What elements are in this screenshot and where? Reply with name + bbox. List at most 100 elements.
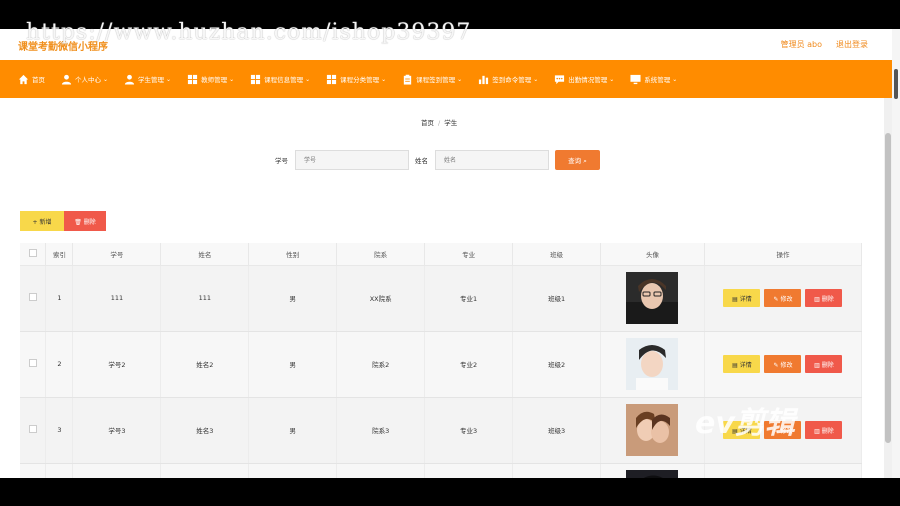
nav-item-label: 课程分类管理 (340, 76, 380, 84)
breadcrumb-separator: / (438, 119, 441, 127)
cell-major: 专业4 (424, 463, 514, 478)
edit-button[interactable]: ✎ 修改 (764, 289, 802, 307)
cell-name: 姓名2 (160, 331, 250, 398)
avatar (626, 470, 679, 478)
delete-button[interactable]: ▥ 删除 (805, 355, 843, 373)
pencil-icon: ✎ (773, 361, 779, 369)
delete-button[interactable]: ▥ 删除 (805, 289, 843, 307)
document-icon: ▤ (732, 295, 738, 303)
cell-class: 班级4 (512, 463, 601, 478)
delete-label: 删除 (821, 361, 834, 369)
trash-icon: 🗑 (74, 218, 82, 226)
detail-label: 详情 (739, 295, 752, 303)
row-checkbox[interactable] (28, 425, 37, 433)
content-scrollbar[interactable] (884, 98, 892, 478)
grid-icon (326, 74, 337, 85)
cell-name: 姓名3 (160, 397, 250, 464)
column-header: 院系 (336, 243, 426, 266)
nav-item-1[interactable]: 个人中心 ⌄ (61, 60, 108, 98)
avatar-cell (600, 265, 705, 332)
chevron-down-icon: ⌄ (229, 75, 235, 83)
column-header: 学号 (72, 243, 162, 266)
table-row[interactable]: 2 学号2 姓名2 男院系2 专业2 班级2 ▤ 详情 ✎ 修改 ▥ 删除 (20, 331, 863, 398)
student-table: 索引 学号 姓名 性别 院系 专业 班级 头像 操作 1 111 111 男 XX院系 专业1 班级1 ▤ 详… (20, 243, 863, 478)
delete-label: 删除 (821, 295, 834, 303)
cell-major: 专业3 (424, 397, 514, 464)
select-all-checkbox[interactable] (28, 248, 37, 257)
column-header: 索引 (45, 243, 74, 266)
nav-item-6[interactable]: 课程签到管理 ⌄ (402, 60, 462, 98)
edit-button[interactable]: ✎ 修改 (764, 355, 802, 373)
row-actions: ▤ 详情✎ 修改▥ 删除 (704, 265, 863, 332)
table-row[interactable]: 1 111 111 男 XX院系 专业1 班级1 ▤ 详情 ✎ 修改 ▥ 删除 (20, 265, 863, 332)
page-scrollbar[interactable] (892, 29, 900, 478)
batch-delete-button[interactable]: 🗑 删除 (64, 211, 106, 231)
cell-id: 学号4 (72, 463, 162, 478)
student-id-input[interactable] (295, 150, 409, 170)
trash-icon: ▥ (814, 361, 820, 369)
avatar (626, 338, 679, 390)
avatar-cell (600, 463, 705, 478)
cell-dept: 院系4 (336, 463, 426, 478)
ev-editor-watermark: ev剪辑 (695, 406, 795, 441)
search-icon: ⌕ (583, 156, 587, 165)
nav-item-5[interactable]: 课程分类管理 ⌄ (326, 60, 386, 98)
nav-item-label: 学生管理 (138, 76, 165, 84)
nav-item-2[interactable]: 学生管理 ⌄ (124, 60, 171, 98)
cell-id: 学号3 (72, 397, 162, 464)
row-actions: ▤ 详情✎ 修改▥ 删除 (704, 331, 863, 398)
admin-user-label[interactable]: 管理员 abo (781, 39, 822, 50)
page-scroll-thumb[interactable] (894, 69, 898, 99)
student-id-label: 学号 (275, 157, 288, 165)
nav-item-0[interactable]: 首页 (18, 60, 45, 98)
nav-item-3[interactable]: 教师管理 ⌄ (187, 60, 234, 98)
nav-item-label: 课程信息管理 (264, 76, 304, 84)
row-actions: ▤ 详情✎ 修改▥ 删除 (704, 463, 863, 478)
clipboard-icon (402, 74, 413, 85)
cell-class: 班级1 (512, 265, 601, 332)
logout-link[interactable]: 退出登录 (836, 39, 868, 50)
user-icon (124, 74, 135, 85)
cell-major: 专业1 (424, 265, 514, 332)
content-scroll-thumb[interactable] (885, 133, 891, 443)
top-right-links: 管理员 abo 退出登录 (781, 39, 868, 50)
row-checkbox[interactable] (28, 359, 37, 367)
nav-item-9[interactable]: 系统管理 ⌄ (630, 60, 677, 98)
search-button-label: 查询 (568, 156, 582, 165)
pencil-icon: ✎ (773, 295, 779, 303)
cell-class: 班级3 (512, 397, 601, 464)
breadcrumb: 首页 / 学生 (421, 117, 457, 127)
nav-item-8[interactable]: 出勤情况管理 ⌄ (554, 60, 614, 98)
user-icon (61, 74, 72, 85)
monitor-icon (630, 74, 641, 85)
cell-index: 3 (45, 397, 74, 464)
delete-label: 删除 (821, 427, 834, 435)
detail-button[interactable]: ▤ 详情 (723, 289, 761, 307)
chevron-down-icon: ⌄ (305, 75, 311, 83)
header-select-all[interactable] (20, 243, 47, 266)
row-checkbox[interactable] (28, 293, 37, 301)
chevron-down-icon: ⌄ (457, 75, 463, 83)
delete-button[interactable]: ▥ 删除 (805, 421, 843, 439)
search-button[interactable]: 查询 ⌕ (555, 150, 600, 170)
cell-id: 111 (72, 265, 162, 332)
column-header: 操作 (704, 243, 863, 266)
breadcrumb-home[interactable]: 首页 (421, 119, 434, 127)
table-row[interactable]: 4学号4姓名4男院系4专业4班级4 ▤ 详情✎ 修改▥ 删除 (20, 463, 863, 478)
detail-button[interactable]: ▤ 详情 (723, 355, 761, 373)
add-button[interactable]: + 新增 (20, 211, 64, 231)
cell-gender: 男 (248, 463, 338, 478)
cell-dept: 院系3 (336, 397, 426, 464)
cell-dept: 院系2 (336, 331, 426, 398)
main-nav: 首页 个人中心 ⌄ 学生管理 ⌄ 教师管理 ⌄ 课程信息管理 ⌄ 课程分类管理 ⌄ 课程签到管理 ⌄ 签到… (0, 60, 900, 98)
grid-icon (187, 74, 198, 85)
cell-index: 4 (45, 463, 74, 478)
breadcrumb-current: 学生 (444, 119, 458, 127)
nav-item-label: 课程签到管理 (416, 76, 456, 84)
nav-item-4[interactable]: 课程信息管理 ⌄ (250, 60, 310, 98)
row-select-cell (20, 265, 47, 332)
bar-chart-icon (478, 74, 489, 85)
search-bar: 学号 姓名 查询 ⌕ (275, 150, 600, 170)
nav-item-7[interactable]: 签到命令管理 ⌄ (478, 60, 538, 98)
student-name-input[interactable] (435, 150, 549, 170)
